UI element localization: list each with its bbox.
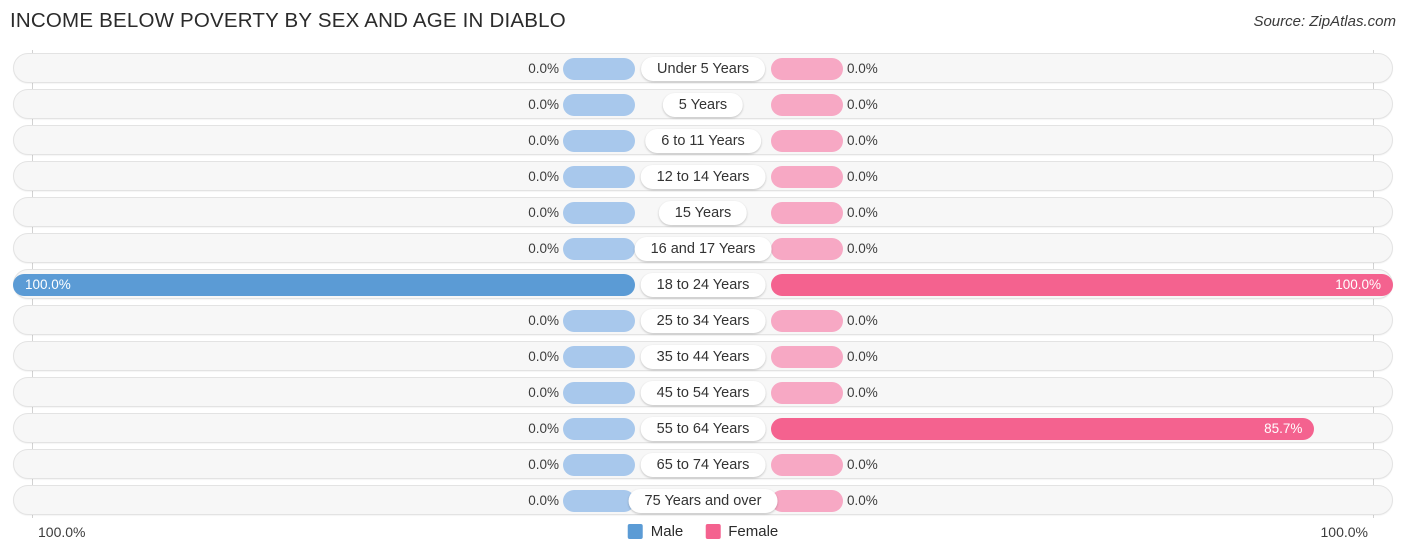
bar-value-male: 100.0% (25, 277, 71, 292)
bar-value-male: 0.0% (528, 169, 559, 184)
chart-page: INCOME BELOW POVERTY BY SEX AND AGE IN D… (0, 0, 1406, 559)
bar-value-female: 85.7% (1264, 421, 1303, 436)
source-attribution: Source: ZipAtlas.com (1253, 13, 1396, 30)
legend-swatch-male-icon (627, 524, 643, 539)
chart-row: 0.0% 0.0% 35 to 44 Years (13, 341, 1393, 371)
chart-row: 0.0% 0.0% 25 to 34 Years (13, 305, 1393, 335)
chart-row: 0.0% 0.0% 5 Years (13, 89, 1393, 119)
chart-legend: Male Female (627, 523, 778, 540)
row-category-label: 12 to 14 Years (640, 165, 766, 189)
chart-row: 0.0% 0.0% 15 Years (13, 197, 1393, 227)
bar-value-male: 0.0% (528, 457, 559, 472)
bar-value-female: 0.0% (847, 349, 878, 364)
bar-female (771, 346, 843, 368)
page-title: INCOME BELOW POVERTY BY SEX AND AGE IN D… (10, 9, 566, 32)
bar-value-male: 0.0% (528, 241, 559, 256)
bar-female (771, 454, 843, 476)
bar-value-female: 0.0% (847, 493, 878, 508)
bar-female (771, 166, 843, 188)
bar-value-female: 0.0% (847, 97, 878, 112)
chart-footer: 100.0% 100.0% Male Female (0, 520, 1406, 559)
bar-value-male: 0.0% (528, 97, 559, 112)
legend-label-female: Female (728, 523, 779, 540)
chart-row: 0.0% 85.7% 55 to 64 Years (13, 413, 1393, 443)
bar-male (563, 454, 635, 476)
bar-value-female: 100.0% (1335, 277, 1381, 292)
row-category-label: 75 Years and over (628, 489, 778, 513)
bar-female (771, 382, 843, 404)
bar-female (771, 238, 843, 260)
bar-value-male: 0.0% (528, 349, 559, 364)
bar-male (563, 58, 635, 80)
bar-value-male: 0.0% (528, 421, 559, 436)
chart-row: 0.0% 0.0% 6 to 11 Years (13, 125, 1393, 155)
chart-row: 0.0% 0.0% 75 Years and over (13, 485, 1393, 515)
bar-female (771, 490, 843, 512)
bar-male (563, 382, 635, 404)
legend-item-male[interactable]: Male (627, 523, 684, 540)
legend-swatch-female-icon (705, 524, 721, 539)
row-category-label: 55 to 64 Years (640, 417, 766, 441)
bar-value-female: 0.0% (847, 457, 878, 472)
bar-male (563, 94, 635, 116)
bar-value-male: 0.0% (528, 493, 559, 508)
axis-end-label-right: 100.0% (1320, 524, 1368, 540)
chart-row: 0.0% 0.0% 12 to 14 Years (13, 161, 1393, 191)
bar-value-female: 0.0% (847, 133, 878, 148)
bar-value-female: 0.0% (847, 169, 878, 184)
bar-male (563, 490, 635, 512)
row-category-label: 15 Years (658, 201, 748, 225)
bar-female (771, 58, 843, 80)
row-category-label: 65 to 74 Years (640, 453, 766, 477)
row-category-label: 5 Years (662, 93, 744, 117)
bar-female (771, 310, 843, 332)
row-category-label: 25 to 34 Years (640, 309, 766, 333)
row-category-label: Under 5 Years (641, 57, 765, 81)
bar-male (563, 130, 635, 152)
bar-male (563, 166, 635, 188)
bar-female: 85.7% (771, 418, 1315, 440)
bar-value-female: 0.0% (847, 241, 878, 256)
chart-row: 100.0% 100.0% 18 to 24 Years (13, 269, 1393, 299)
row-category-label: 6 to 11 Years (645, 129, 761, 153)
bar-value-male: 0.0% (528, 385, 559, 400)
bar-value-female: 0.0% (847, 205, 878, 220)
bar-value-male: 0.0% (528, 133, 559, 148)
row-category-label: 16 and 17 Years (634, 237, 772, 261)
bar-value-female: 0.0% (847, 385, 878, 400)
bar-female (771, 94, 843, 116)
bar-male (563, 346, 635, 368)
legend-item-female[interactable]: Female (705, 523, 778, 540)
legend-label-male: Male (650, 523, 684, 540)
chart-row: 0.0% 0.0% 45 to 54 Years (13, 377, 1393, 407)
bar-male (563, 202, 635, 224)
bar-male (563, 418, 635, 440)
bar-value-male: 0.0% (528, 205, 559, 220)
chart-row: 0.0% 0.0% 65 to 74 Years (13, 449, 1393, 479)
bar-male: 100.0% (13, 274, 635, 296)
row-category-label: 35 to 44 Years (640, 345, 766, 369)
bar-value-male: 0.0% (528, 313, 559, 328)
row-category-label: 45 to 54 Years (640, 381, 766, 405)
bar-male (563, 238, 635, 260)
bar-male (563, 310, 635, 332)
bar-value-female: 0.0% (847, 313, 878, 328)
diverging-bar-chart: 0.0% 0.0% Under 5 Years 0.0% 0.0% 5 Years 0.0%… (0, 50, 1406, 518)
bar-female (771, 202, 843, 224)
bar-female: 100.0% (771, 274, 1393, 296)
axis-end-label-left: 100.0% (38, 524, 86, 540)
bar-value-male: 0.0% (528, 61, 559, 76)
chart-row: 0.0% 0.0% Under 5 Years (13, 53, 1393, 83)
bar-female (771, 130, 843, 152)
chart-row: 0.0% 0.0% 16 and 17 Years (13, 233, 1393, 263)
row-category-label: 18 to 24 Years (640, 273, 766, 297)
bar-value-female: 0.0% (847, 61, 878, 76)
